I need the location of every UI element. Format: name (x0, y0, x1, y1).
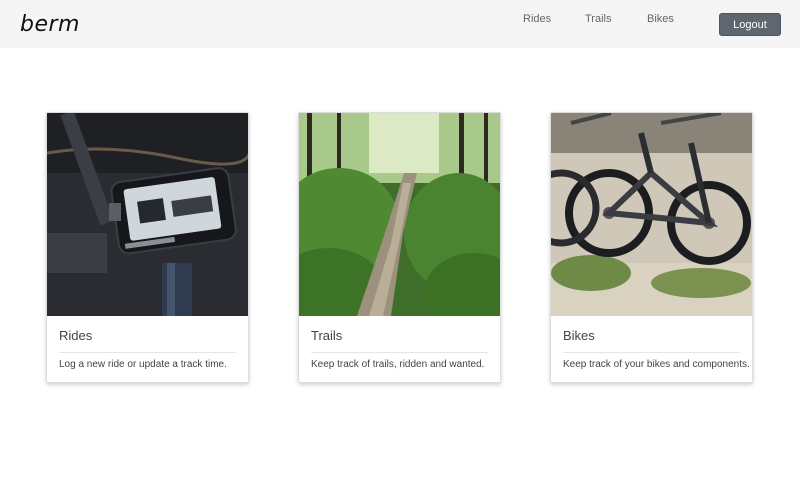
card-title: Bikes (563, 328, 595, 343)
trails-photo[interactable] (299, 113, 500, 316)
card-title: Trails (311, 328, 343, 343)
card-description: Keep track of trails, ridden and wanted. (311, 359, 485, 370)
bikes-photo[interactable] (551, 113, 752, 316)
card-rides[interactable]: Rides Log a new ride or update a track t… (46, 112, 249, 383)
top-navbar: berm Rides Trails Bikes Logout (0, 0, 800, 48)
divider (311, 352, 488, 353)
card-trails[interactable]: Trails Keep track of trails, ridden and … (298, 112, 501, 383)
nav-link-bikes[interactable]: Bikes (647, 13, 674, 25)
divider (563, 352, 740, 353)
logout-button[interactable]: Logout (719, 13, 781, 36)
nav-link-trails[interactable]: Trails (585, 13, 611, 25)
card-title: Rides (59, 328, 93, 343)
card-bikes[interactable]: Bikes Keep track of your bikes and compo… (550, 112, 753, 383)
rides-photo[interactable] (47, 113, 248, 316)
brand-logo[interactable]: berm (20, 12, 80, 37)
card-description: Log a new ride or update a track time. (59, 359, 227, 370)
card-description: Keep track of your bikes and components. (563, 359, 750, 370)
nav-link-rides[interactable]: Rides (523, 13, 551, 25)
divider (59, 352, 236, 353)
